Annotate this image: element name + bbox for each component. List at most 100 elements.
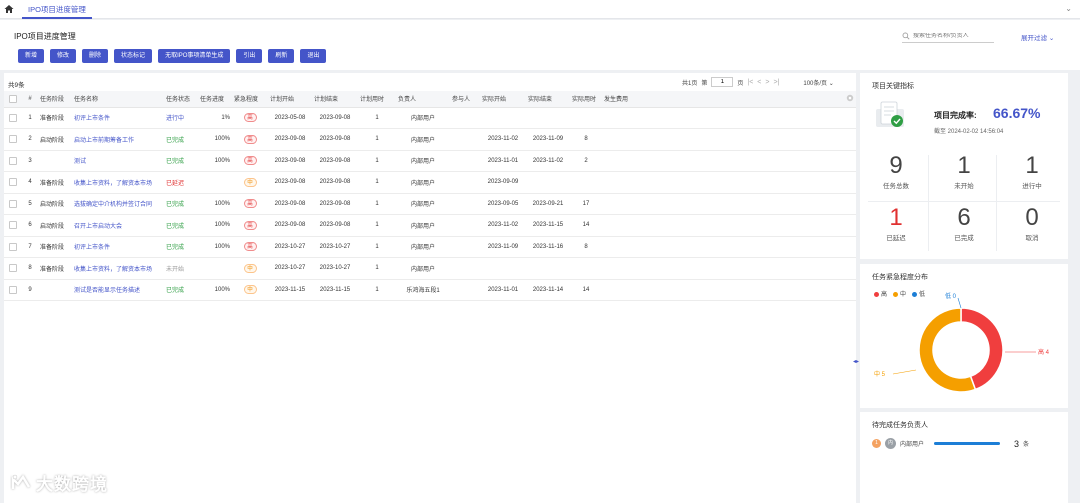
row-select-cell[interactable] <box>4 150 22 172</box>
column-header[interactable]: 任务阶段 <box>38 91 72 108</box>
task-name-link[interactable]: 初评上市条件 <box>72 107 164 129</box>
column-header[interactable]: 任务进度 <box>198 91 232 108</box>
expand-filter-link[interactable]: 展开过滤 ⌄ <box>1021 32 1054 42</box>
column-header[interactable]: 任务状态 <box>164 91 198 108</box>
column-header[interactable]: 计划开始 <box>268 91 312 108</box>
row-checkbox[interactable] <box>9 221 17 230</box>
row-select-cell[interactable] <box>4 236 22 258</box>
column-settings-cell[interactable] <box>656 91 856 108</box>
column-header[interactable]: 实际用时 <box>570 91 602 108</box>
task-participant <box>450 279 480 301</box>
table-row[interactable]: 4 准备阶段 收集上市资料，了解资本市场 已延迟中 2023-09-08 2023-09-… <box>4 171 856 194</box>
task-name-link[interactable]: 测试是否能显示任务描述 <box>72 279 164 301</box>
tab-ipo-progress[interactable]: IPO项目进度管理 <box>22 2 92 19</box>
column-settings-icon[interactable] <box>846 94 854 102</box>
actual-end: 2023-09-21 <box>526 193 570 215</box>
table-row[interactable]: 1 准备阶段 初评上市条件 进行中 1% 高 2023-05-08 2023-09-08 1 内部… <box>4 107 856 129</box>
table-row[interactable]: 8 准备阶段 收集上市资料，了解资本市场 未开始 中 2023-10-27 2023-10-… <box>4 257 856 280</box>
table-row[interactable]: 2 启动阶段 启动上市前期筹备工作 已完成 100% 高 2023-09-08 2023-09… <box>4 128 856 151</box>
task-name-link[interactable]: 初评上市条件 <box>72 236 164 258</box>
row-select-cell[interactable] <box>4 171 22 194</box>
row-select-cell[interactable] <box>4 193 22 215</box>
task-name-link[interactable]: 召开上市启动大会 <box>72 214 164 237</box>
column-header[interactable]: 任务名称 <box>72 91 164 108</box>
table-row[interactable]: 5 启动阶段 选拔确定中介机构并签订合同 已完成 100% 高 2023-09-08 2023… <box>4 193 856 215</box>
owner-row[interactable]: 1 内内部用户 3 条 <box>872 438 1029 449</box>
page-input[interactable] <box>711 77 734 87</box>
toolbar-button-3[interactable]: 删除 <box>82 49 109 63</box>
task-stage <box>38 279 72 301</box>
row-select-cell[interactable] <box>4 128 22 151</box>
actual-days <box>570 257 602 280</box>
row-checkbox[interactable] <box>9 156 17 165</box>
row-checkbox[interactable] <box>9 242 17 251</box>
prev-page-icon[interactable]: < <box>757 79 761 86</box>
toolbar-button-8[interactable]: 退出 <box>300 49 327 63</box>
collapse-panel-icon[interactable]: ◂▸ <box>853 358 859 365</box>
distribution-title: 任务紧急程度分布 <box>872 274 928 281</box>
cost <box>602 128 656 151</box>
total-count: 共9条 <box>8 82 25 89</box>
table-row[interactable]: 7 准备阶段 初评上市条件 已完成 100% 高 2023-10-27 2023-10-27 1… <box>4 236 856 258</box>
row-checkbox[interactable] <box>9 199 17 208</box>
toolbar-button-2[interactable]: 修改 <box>50 49 77 63</box>
task-status: 进行中 <box>164 107 198 129</box>
column-header[interactable]: 发生费用 <box>602 91 656 108</box>
completion-rate-value: 66.67% <box>993 105 1041 121</box>
plan-days: 1 <box>358 257 396 280</box>
toolbar-button-7[interactable]: 刷新 <box>268 49 295 63</box>
search-input[interactable] <box>913 33 993 39</box>
page-size-select[interactable]: 100条/页 ⌄ <box>803 78 833 87</box>
select-all-checkbox[interactable] <box>9 94 17 103</box>
first-page-icon[interactable]: |< <box>747 79 753 86</box>
column-header[interactable]: 负责人 <box>396 91 450 108</box>
toolbar-button-5[interactable]: 无取IPO事项清单生成 <box>158 49 231 63</box>
urgency-badge: 高 <box>243 156 257 166</box>
plan-end: 2023-10-27 <box>312 236 358 258</box>
home-icon[interactable] <box>4 4 14 14</box>
next-page-icon[interactable]: > <box>765 79 769 86</box>
row-checkbox[interactable] <box>9 264 17 273</box>
row-checkbox[interactable] <box>9 285 17 294</box>
table-row[interactable]: 9 测试是否能显示任务描述 已完成 100% 中 2023-11-15 2023-11-15… <box>4 279 856 301</box>
row-number: 5 <box>22 193 38 215</box>
toolbar-button-6[interactable]: 引出 <box>236 49 263 63</box>
kpi-card: 项目关键指标 项目完成率: 66.67% 截至 2024-02-02 14:56… <box>860 73 1068 259</box>
table-row[interactable]: 3 测试 已完成 100% 高 2023-09-08 2023-09-08 1 内部用户 2023… <box>4 150 856 172</box>
column-header[interactable]: 实际结束 <box>526 91 570 108</box>
column-header[interactable]: 紧急程度 <box>232 91 268 108</box>
kpi-item: 0 取消 <box>998 205 1066 243</box>
toolbar-button-4[interactable]: 状态标记 <box>114 49 153 63</box>
chevron-double-down-icon[interactable]: ⌄ <box>1065 4 1072 13</box>
task-name-link[interactable]: 收集上市资料，了解资本市场 <box>72 171 164 194</box>
row-select-cell[interactable] <box>4 257 22 280</box>
task-name-link[interactable]: 选拔确定中介机构并签订合同 <box>72 193 164 215</box>
row-select-cell[interactable] <box>4 214 22 237</box>
plan-days: 1 <box>358 107 396 129</box>
task-name-link[interactable]: 启动上市前期筹备工作 <box>72 128 164 151</box>
table-row[interactable]: 6 启动阶段 召开上市启动大会 已完成 100% 高 2023-09-08 2023-09-0… <box>4 214 856 237</box>
actual-days <box>570 171 602 194</box>
row-select-cell[interactable] <box>4 279 22 301</box>
row-select-cell[interactable] <box>4 107 22 129</box>
column-header[interactable]: # <box>22 91 38 108</box>
column-header[interactable]: 计划用时 <box>358 91 396 108</box>
task-stage <box>38 150 72 172</box>
search-box[interactable] <box>902 30 994 43</box>
row-checkbox[interactable] <box>9 135 17 144</box>
task-name-link[interactable]: 收集上市资料，了解资本市场 <box>72 257 164 280</box>
row-checkbox[interactable] <box>9 113 17 122</box>
column-header[interactable]: 实际开始 <box>480 91 526 108</box>
column-header[interactable]: 参与人 <box>450 91 480 108</box>
row-checkbox[interactable] <box>9 178 17 187</box>
plan-end: 2023-09-08 <box>312 193 358 215</box>
column-header[interactable]: 计划结束 <box>312 91 358 108</box>
task-stage: 准备阶段 <box>38 107 72 129</box>
task-name-link[interactable]: 测试 <box>72 150 164 172</box>
task-status: 未开始 <box>164 257 198 280</box>
select-all-cell[interactable] <box>4 91 22 108</box>
toolbar-button-1[interactable]: 新增 <box>18 49 45 63</box>
last-page-icon[interactable]: >| <box>773 79 779 86</box>
task-progress <box>198 171 232 194</box>
row-spacer <box>656 257 856 280</box>
